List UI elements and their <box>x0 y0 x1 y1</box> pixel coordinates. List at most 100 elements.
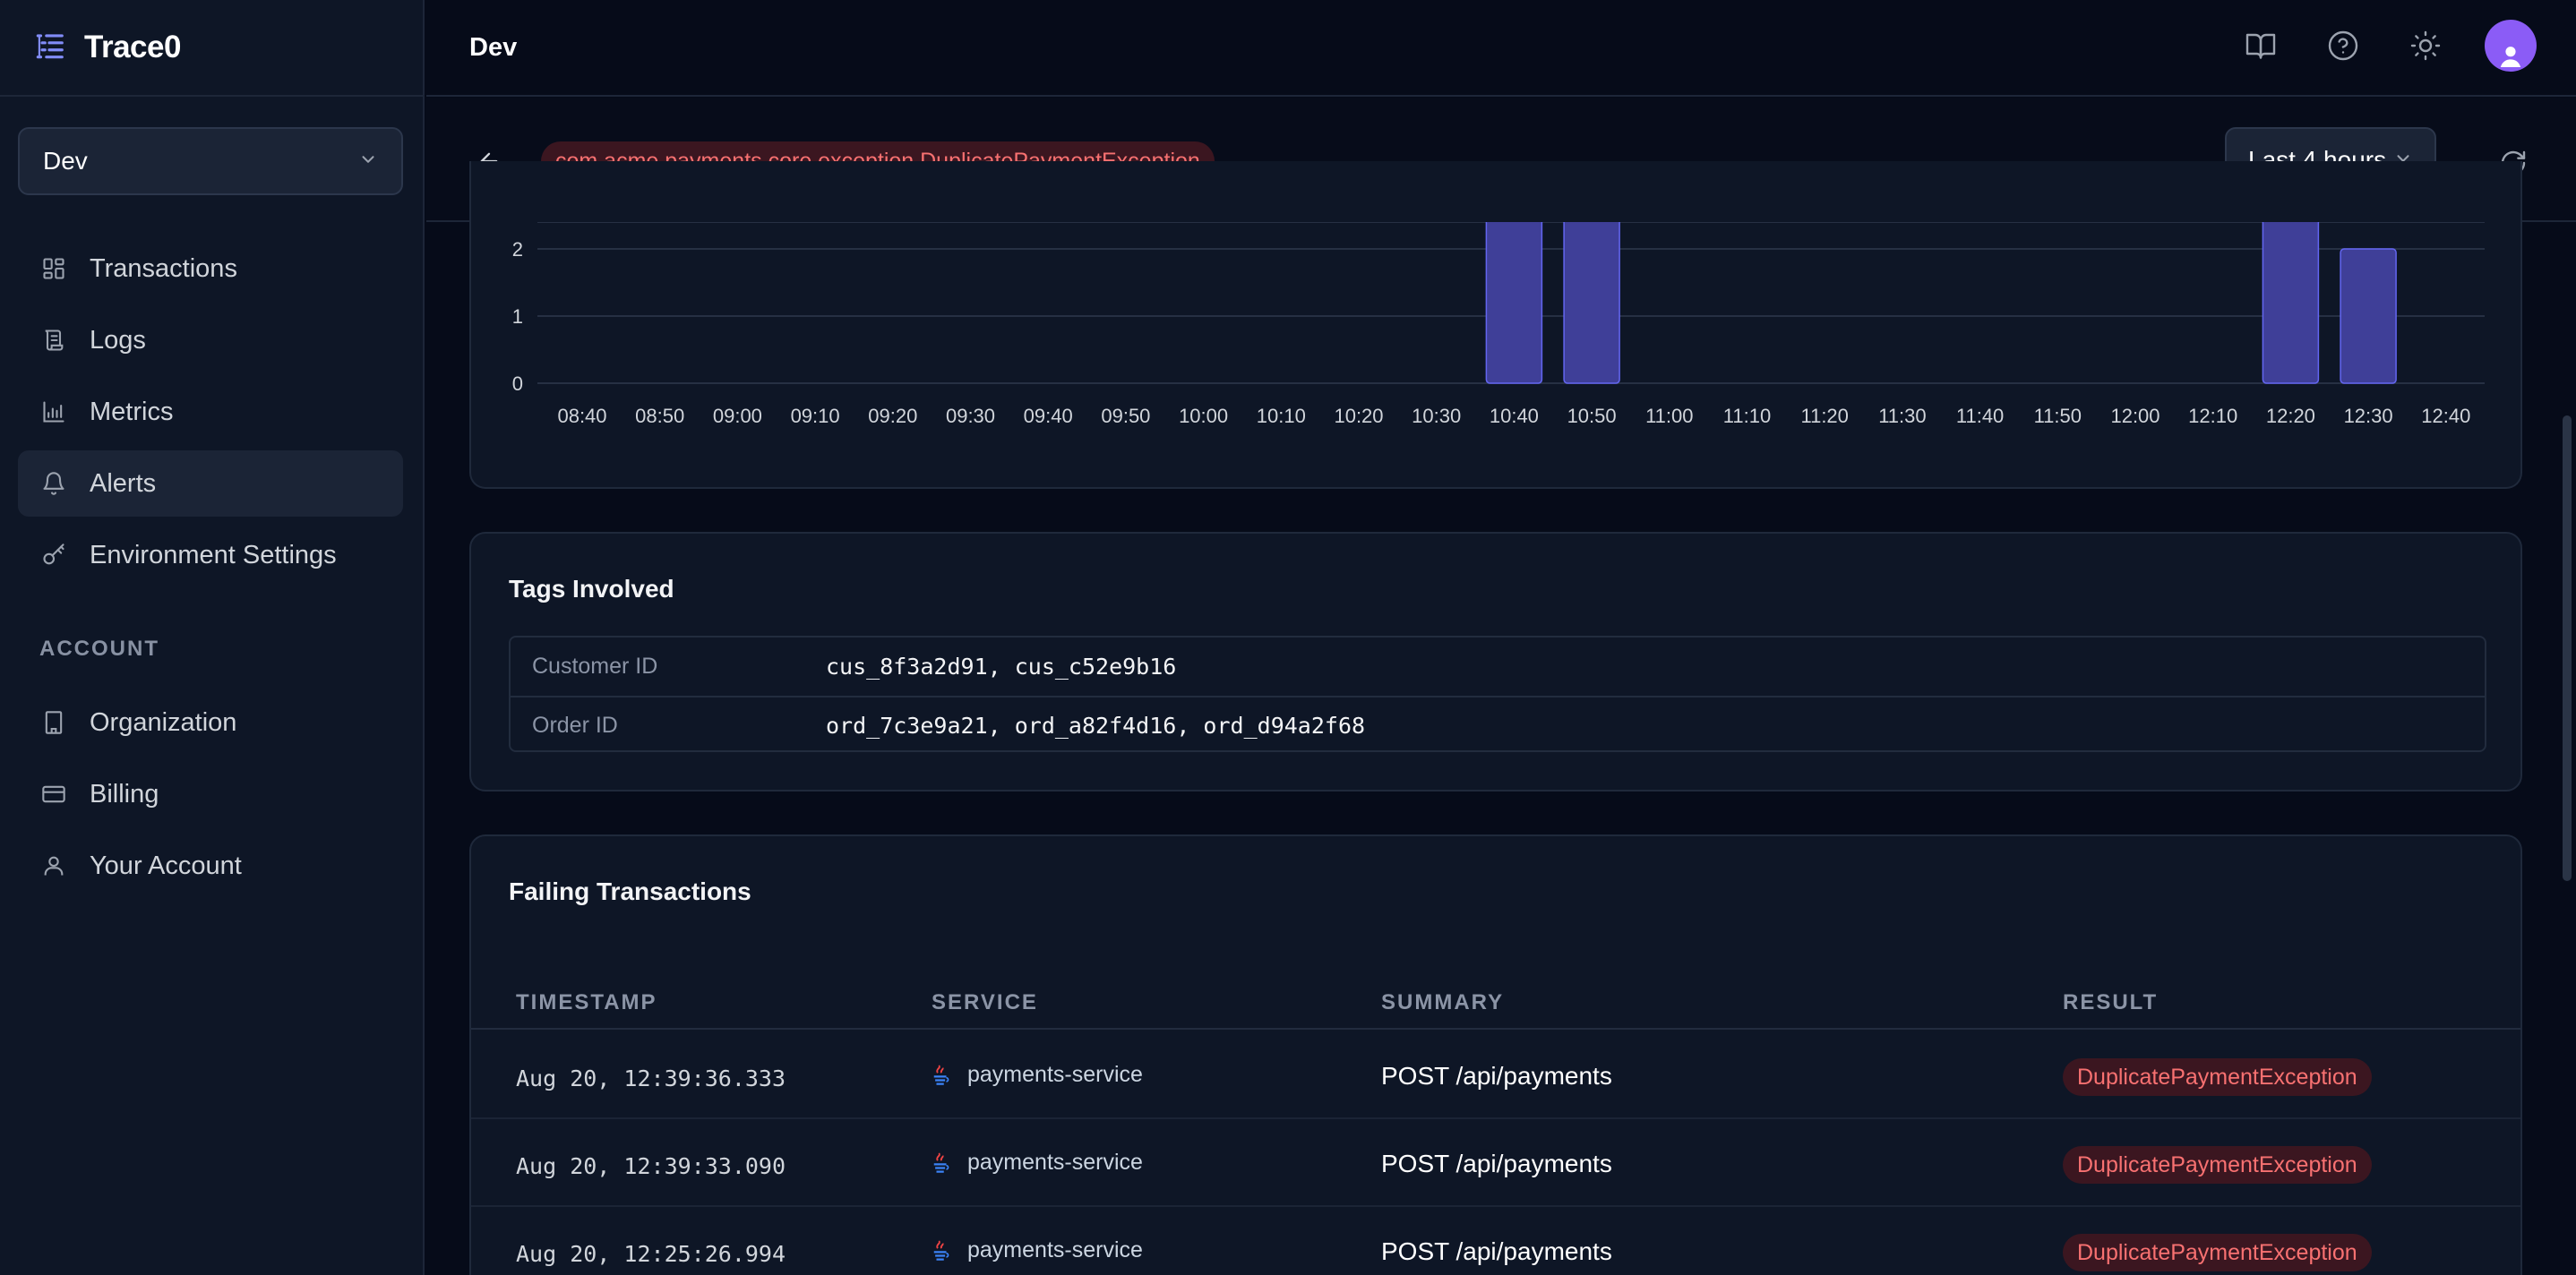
error-occurrences-chart-card: 0 1 2 08:40 08:50 09:00 09:10 09:20 09:30 09:40 09… <box>469 161 2522 489</box>
service-cell: payments-service <box>932 1237 1143 1263</box>
x-tick-label: 12:40 <box>2421 405 2470 427</box>
error-occurrences-chart: 0 1 2 08:40 08:50 09:00 09:10 09:20 09:30 09:40 09… <box>512 222 2485 427</box>
x-tick-label: 12:20 <box>2266 405 2315 427</box>
x-tick-label: 08:50 <box>635 405 684 427</box>
dashboard-grid-icon <box>39 254 68 283</box>
account-nav: Organization Billing Your Account <box>18 689 403 904</box>
x-tick-label: 12:00 <box>2110 405 2160 427</box>
page-scrollbar[interactable] <box>2558 222 2576 1275</box>
tag-key: Order ID <box>532 713 618 738</box>
chart-bar[interactable] <box>2262 222 2320 384</box>
tag-row: Order ID ord_7c3e9a21, ord_a82f4d16, ord… <box>511 696 2485 750</box>
table-row[interactable]: Aug 20, 12:25:26.994 payments-service PO… <box>471 1207 2520 1275</box>
sidebar-item-environment-settings[interactable]: Environment Settings <box>18 522 403 588</box>
result-badge: DuplicatePaymentException <box>2063 1058 2372 1096</box>
scroll-icon <box>39 326 68 355</box>
service-name: payments-service <box>967 1150 1143 1175</box>
sidebar-item-label: Environment Settings <box>90 540 337 569</box>
tags-involved-title: Tags Involved <box>509 575 674 603</box>
x-tick-label: 10:10 <box>1257 405 1306 427</box>
table-row[interactable]: Aug 20, 12:39:36.333 payments-service PO… <box>471 1031 2520 1119</box>
service-cell: payments-service <box>932 1150 1143 1176</box>
environment-selector[interactable]: Dev <box>18 127 403 195</box>
x-tick-label: 09:50 <box>1101 405 1150 427</box>
x-tick-label: 11:00 <box>1645 405 1693 427</box>
sidebar-item-label: Metrics <box>90 397 174 426</box>
sidebar-item-your-account[interactable]: Your Account <box>18 833 403 899</box>
table-row[interactable]: Aug 20, 12:39:33.090 payments-service PO… <box>471 1119 2520 1207</box>
sidebar-item-label: Alerts <box>90 468 157 498</box>
java-icon <box>933 1239 949 1261</box>
sidebar-item-billing[interactable]: Billing <box>18 761 403 827</box>
service-cell: payments-service <box>932 1062 1143 1088</box>
scrollbar-thumb[interactable] <box>2563 415 2572 881</box>
help-icon[interactable] <box>2322 24 2365 67</box>
y-tick-label: 2 <box>512 238 523 261</box>
summary-cell: POST /api/payments <box>1381 1150 1612 1177</box>
sidebar-item-label: Billing <box>90 779 159 809</box>
x-tick-label: 08:40 <box>557 405 606 427</box>
account-section-label: ACCOUNT <box>39 637 159 661</box>
timestamp-cell: Aug 20, 12:39:33.090 <box>516 1153 786 1179</box>
result-badge: DuplicatePaymentException <box>2063 1234 2372 1271</box>
x-tick-label: 12:10 <box>2188 405 2237 427</box>
java-icon <box>933 1151 949 1173</box>
sidebar-item-logs[interactable]: Logs <box>18 307 403 373</box>
column-header-timestamp[interactable]: TIMESTAMP <box>516 990 657 1015</box>
brand[interactable]: Trace0 <box>0 0 423 97</box>
key-icon <box>39 541 68 569</box>
chevron-down-icon <box>358 147 378 175</box>
result-badge: DuplicatePaymentException <box>2063 1146 2372 1184</box>
sidebar-item-organization[interactable]: Organization <box>18 689 403 756</box>
chart-bar[interactable] <box>1485 222 1543 384</box>
bar-chart-icon <box>39 398 68 426</box>
chart-bar[interactable] <box>1563 222 1620 384</box>
sun-icon[interactable] <box>2404 24 2447 67</box>
service-name: payments-service <box>967 1237 1143 1262</box>
bell-icon <box>39 469 68 498</box>
chart-bar[interactable] <box>2340 248 2397 384</box>
user-icon <box>39 851 68 880</box>
x-tick-label: 10:40 <box>1490 405 1539 427</box>
top-bar-actions <box>2200 20 2537 72</box>
sidebar-item-alerts[interactable]: Alerts <box>18 450 403 517</box>
y-tick-label: 0 <box>512 372 523 395</box>
sidebar-item-label: Logs <box>90 325 146 355</box>
main-nav: Transactions Logs Metrics Alerts Environ… <box>18 235 403 594</box>
tag-value: cus_8f3a2d91, cus_c52e9b16 <box>826 654 1177 680</box>
sidebar-item-metrics[interactable]: Metrics <box>18 379 403 445</box>
x-tick-label: 09:00 <box>713 405 762 427</box>
tags-involved-card: Tags Involved Customer ID cus_8f3a2d91, … <box>469 532 2522 792</box>
tags-table: Customer ID cus_8f3a2d91, cus_c52e9b16 O… <box>509 636 2486 752</box>
top-bar: Dev <box>426 0 2576 97</box>
environment-selector-value: Dev <box>43 147 88 175</box>
column-header-service[interactable]: SERVICE <box>932 990 1038 1015</box>
sidebar-item-label: Transactions <box>90 253 237 283</box>
book-icon[interactable] <box>2239 24 2282 67</box>
x-tick-label: 11:10 <box>1723 405 1771 427</box>
x-tick-label: 09:10 <box>791 405 840 427</box>
failing-transactions-title: Failing Transactions <box>509 877 751 905</box>
tag-value: ord_7c3e9a21, ord_a82f4d16, ord_d94a2f68 <box>826 713 1366 739</box>
column-header-summary[interactable]: SUMMARY <box>1381 990 1504 1015</box>
sidebar-item-label: Your Account <box>90 851 242 880</box>
x-tick-label: 10:00 <box>1179 405 1228 427</box>
column-header-result[interactable]: RESULT <box>2063 990 2158 1015</box>
x-tick-label: 10:30 <box>1412 405 1461 427</box>
sidebar-item-transactions[interactable]: Transactions <box>18 235 403 302</box>
x-tick-label: 09:40 <box>1024 405 1073 427</box>
x-tick-label: 11:50 <box>2034 405 2082 427</box>
table-header: TIMESTAMP SERVICE SUMMARY RESULT <box>471 971 2520 1030</box>
x-tick-label: 11:20 <box>1800 405 1848 427</box>
x-tick-label: 11:40 <box>1956 405 2004 427</box>
timestamp-cell: Aug 20, 12:25:26.994 <box>516 1241 786 1267</box>
x-tick-label: 10:50 <box>1567 405 1617 427</box>
x-tick-label: 09:20 <box>868 405 917 427</box>
avatar[interactable] <box>2485 20 2537 72</box>
summary-cell: POST /api/payments <box>1381 1062 1612 1090</box>
x-tick-label: 12:30 <box>2344 405 2393 427</box>
y-tick-label: 1 <box>512 305 523 328</box>
x-tick-label: 10:20 <box>1334 405 1383 427</box>
java-icon <box>933 1064 949 1085</box>
credit-card-icon <box>39 780 68 809</box>
